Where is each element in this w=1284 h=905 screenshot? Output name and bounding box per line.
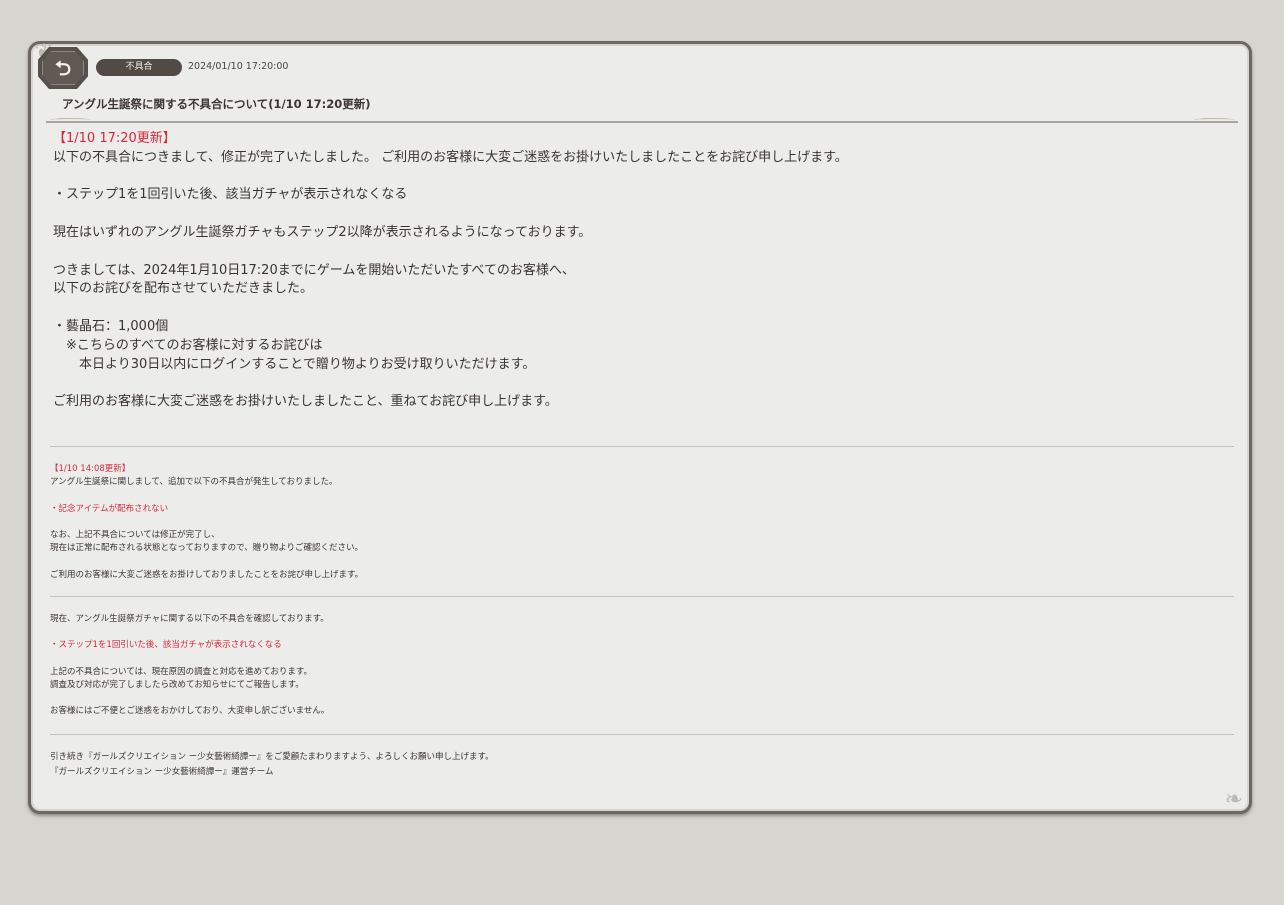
update-1408-line1: アングル生誕祭に関しまして、追加で以下の不具合が発生しておりました。 [50,477,338,488]
initial-line3: 調査及び対応が完了しましたら改めてお知らせにてご報告します。 [50,679,304,690]
notice-title: アングル生誕祭に関する不具合について(1/10 17:20更新) [62,97,371,111]
update-1720-line4: 以下のお詫びを配布させていただきました。 [53,281,314,297]
category-badge: 不具合 [96,59,182,76]
update-1408-closing: ご利用のお客様に大変ご迷惑をお掛けしておりましたことをお詫び申し上げます。 [50,569,364,580]
update-1720-closing: ご利用のお客様に大変ご迷惑をお掛けいたしましたこと、重ねてお詫び申し上げます。 [53,394,558,410]
update-1408-bullet: ・記念アイテムが配布されない [50,503,169,514]
update-1720-line2: 現在はいずれのアングル生誕祭ガチャもステップ2以降が表示されるようになっておりま… [53,224,592,240]
corner-ornament-bottom-right: ❧ [1224,787,1243,812]
initial-bullet: ・ステップ1を1回引いた後、該当ガチャが表示されなくなる [50,640,282,651]
back-button-face[interactable]: ⮌ [42,51,84,85]
reward-item: ・藝晶石：1,000個 [53,318,169,334]
footer-signature: 『ガールズクリエイション ー少女藝術綺譚ー』運営チーム [50,766,274,777]
initial-line2: 上記の不具合については、現在原因の調査と対応を進めております。 [50,666,312,677]
update-heading-1408: 【1/10 14:08更新】 [50,463,131,474]
reward-note-2: 本日より30日以内にログインすることで贈り物よりお受け取りいただけます。 [79,356,536,372]
post-date: 2024/01/10 17:20:00 [188,61,289,72]
back-button[interactable]: ⮌ [38,47,88,89]
reward-note-1: ※こちらのすべてのお客様に対するお詫びは [66,337,323,353]
back-arrow-icon: ⮌ [54,56,72,80]
initial-closing: お客様にはご不便とご迷惑をおかけしており、大変申し訳ございません。 [50,706,330,717]
update-1408-line3: 現在は正常に配布される状態となっておりますので、贈り物よりご確認ください。 [50,543,364,554]
update-1408-line2: なお、上記不具合については修正が完了し、 [50,529,220,540]
update-heading-1720: 【1/10 17:20更新】 [53,131,176,146]
update-1720-bullet: ・ステップ1を1回引いた後、該当ガチャが表示されなくなる [53,187,408,203]
notice-body: 【1/10 17:20更新】 以下の不具合につきまして、修正が完了いたしました。… [50,130,1234,779]
footer-line1: 引き続き『ガールズクリエイション ー少女藝術綺譚ー』をご愛顧たまわりますよう、よ… [50,752,494,763]
update-1720-line1: 以下の不具合につきまして、修正が完了いたしました。 ご利用のお客様に大変ご迷惑を… [53,149,848,165]
update-1720-line3: つきましては、2024年1月10日17:20までにゲームを開始いただいたすべての… [53,262,575,278]
title-divider [46,118,1238,123]
initial-line1: 現在、アングル生誕祭ガチャに関する以下の不具合を確認しております。 [50,613,329,624]
